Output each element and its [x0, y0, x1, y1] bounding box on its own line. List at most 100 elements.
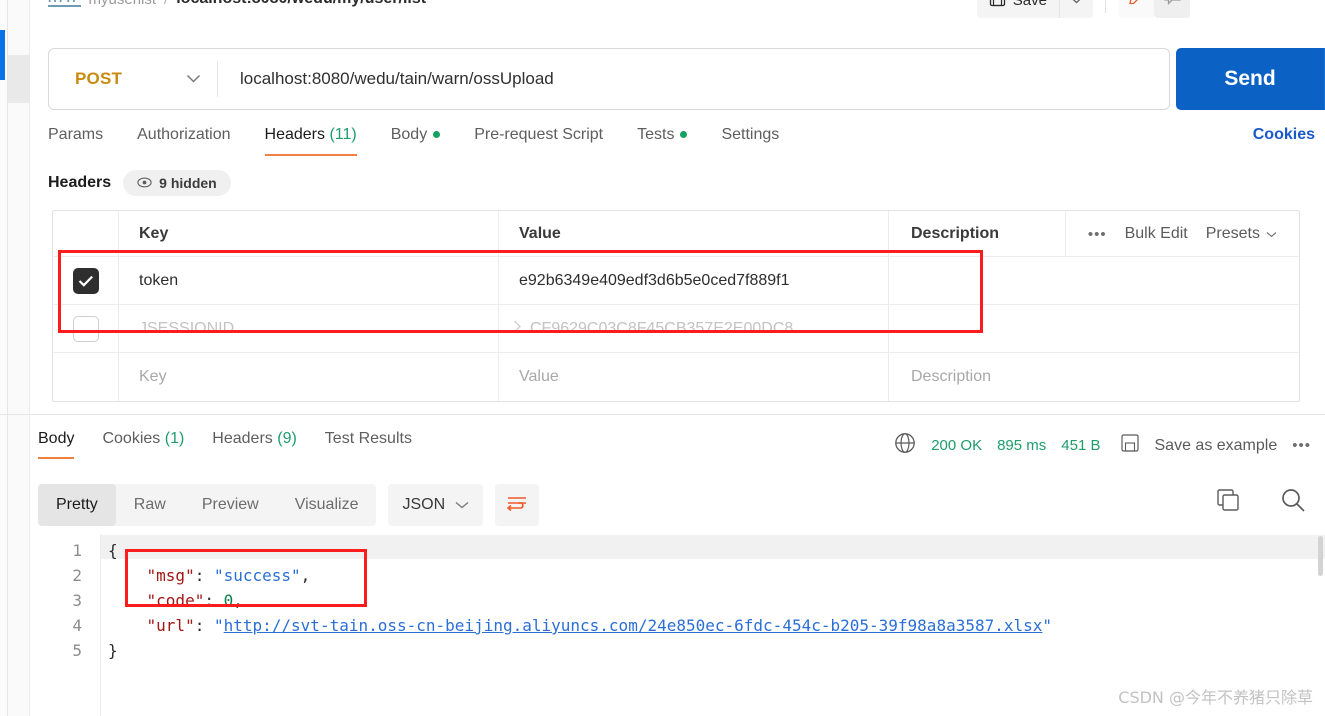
json-token: "	[213, 616, 224, 635]
vertical-scrollbar[interactable]	[1318, 536, 1323, 576]
column-header-key: Key	[139, 224, 169, 242]
row-checkbox-cell	[53, 353, 119, 401]
json-token: }	[108, 641, 118, 660]
header-key[interactable]: JSESSIONID	[139, 320, 234, 338]
floppy-disk-icon	[1120, 433, 1140, 458]
json-token: :	[194, 616, 214, 635]
tab-authorization[interactable]: Authorization	[137, 126, 230, 156]
method-selector[interactable]: POST	[49, 49, 217, 109]
viewer-mode-visualize[interactable]: Visualize	[277, 484, 377, 526]
response-tab-headers-label: Headers	[212, 430, 273, 447]
cookies-link[interactable]: Cookies	[1253, 126, 1315, 144]
globe-icon[interactable]	[894, 432, 916, 459]
breadcrumb: HTTP myuserlist / localhost:8080/wedu/my…	[48, 0, 426, 10]
save-button[interactable]: Save	[976, 0, 1059, 18]
hidden-headers-label: 9 hidden	[159, 175, 217, 191]
copy-icon[interactable]	[1215, 487, 1241, 518]
line-number: 4	[72, 616, 82, 635]
method-label: POST	[75, 69, 123, 88]
chevron-down-icon	[455, 496, 469, 514]
new-value-placeholder[interactable]: Value	[519, 368, 559, 386]
new-key-placeholder[interactable]: Key	[139, 368, 167, 386]
row-checkbox-cell	[53, 305, 119, 352]
headers-table: Key Value Description ••• Bulk Edit Pres…	[52, 210, 1300, 402]
json-token: :	[194, 566, 214, 585]
tab-body[interactable]: Body	[391, 126, 441, 156]
json-line: {	[108, 538, 118, 563]
header-cell-checkbox	[53, 211, 119, 256]
ellipsis-icon[interactable]: •••	[1292, 437, 1311, 454]
line-number: 2	[72, 566, 82, 585]
table-row[interactable]: JSESSIONID CF9629C03C8F45CB357E2E00DC8..…	[53, 305, 1299, 353]
response-tab-body[interactable]: Body	[38, 430, 75, 459]
headers-table-header-row: Key Value Description ••• Bulk Edit Pres…	[53, 211, 1299, 257]
ellipsis-icon[interactable]: •••	[1088, 226, 1107, 243]
edit-request-button[interactable]	[1118, 0, 1154, 18]
headers-title: Headers	[48, 174, 112, 191]
save-dropdown-button[interactable]	[1059, 0, 1093, 18]
json-token: "url"	[146, 616, 195, 635]
tab-pre-request-script[interactable]: Pre-request Script	[474, 126, 603, 156]
breadcrumb-collection[interactable]: myuserlist	[89, 0, 157, 8]
viewer-mode-pretty[interactable]: Pretty	[38, 484, 116, 526]
response-tab-cookies[interactable]: Cookies (1)	[102, 430, 184, 459]
column-header-value: Value	[519, 224, 561, 242]
response-format-selector[interactable]: JSON	[388, 484, 484, 526]
comments-button[interactable]	[1154, 0, 1190, 18]
viewer-mode-preview[interactable]: Preview	[184, 484, 277, 526]
line-number: 5	[72, 641, 82, 660]
tab-tests-label: Tests	[637, 126, 675, 143]
json-token: ,	[233, 591, 243, 610]
body-modified-dot-icon	[433, 131, 441, 139]
floppy-disk-icon	[989, 0, 1006, 11]
request-tabs: Params Authorization Headers (11) Body P…	[48, 126, 1325, 166]
header-value[interactable]: CF9629C03C8F45CB357E2E00DC8...	[530, 320, 807, 338]
hidden-headers-toggle[interactable]: 9 hidden	[123, 170, 231, 196]
json-line: "msg": "success",	[108, 563, 311, 588]
row-checkbox-cell	[53, 257, 119, 304]
presets-button[interactable]: Presets	[1206, 225, 1277, 243]
table-row[interactable]: token e92b6349e409edf3d6b5e0ced7f889f1	[53, 257, 1299, 305]
response-tab-headers[interactable]: Headers (9)	[212, 430, 297, 459]
presets-label: Presets	[1205, 225, 1260, 242]
json-line: "code": 0,	[108, 588, 243, 613]
bulk-edit-button[interactable]: Bulk Edit	[1125, 225, 1188, 243]
header-value[interactable]: e92b6349e409edf3d6b5e0ced7f889f1	[519, 272, 790, 290]
breadcrumb-request-name[interactable]: localhost:8080/wedu/my/user/list	[176, 0, 426, 8]
row-checkbox-unchecked[interactable]	[72, 315, 99, 342]
table-row-new[interactable]: Key Value Description	[53, 353, 1299, 401]
search-icon[interactable]	[1279, 486, 1307, 519]
send-button[interactable]: Send	[1176, 48, 1324, 110]
response-tab-body-label: Body	[38, 430, 75, 447]
response-viewer-toolbar: Pretty Raw Preview Visualize JSON	[38, 484, 540, 526]
line-number: 1	[72, 541, 82, 560]
url-input-container: POST localhost:8080/wedu/tain/warn/ossUp…	[48, 48, 1170, 110]
response-format-label: JSON	[402, 496, 446, 513]
response-divider	[0, 414, 1325, 415]
table-actions: ••• Bulk Edit Presets	[1064, 211, 1299, 257]
save-as-example-button[interactable]: Save as example	[1155, 437, 1278, 455]
row-checkbox-checked[interactable]	[72, 267, 99, 294]
json-token: {	[108, 541, 118, 560]
response-viewer-actions	[1215, 486, 1307, 519]
sidebar-strip[interactable]	[8, 0, 30, 716]
header-key[interactable]: token	[139, 272, 178, 290]
response-tab-headers-count: (9)	[277, 430, 297, 447]
breadcrumb-separator: /	[164, 0, 168, 8]
tab-settings[interactable]: Settings	[721, 126, 779, 156]
json-url-link[interactable]: http://svt-tain.oss-cn-beijing.aliyuncs.…	[224, 616, 1043, 635]
tab-headers[interactable]: Headers (11)	[264, 126, 357, 156]
tab-tests[interactable]: Tests	[637, 126, 688, 156]
json-token: ,	[300, 566, 311, 585]
toolbar-divider	[1105, 0, 1106, 13]
viewer-mode-raw[interactable]: Raw	[116, 484, 184, 526]
chevron-down-icon	[1070, 0, 1083, 9]
eye-icon	[137, 175, 152, 191]
url-input[interactable]: localhost:8080/wedu/tain/warn/ossUpload	[218, 69, 1169, 89]
new-description-placeholder[interactable]: Description	[911, 368, 991, 386]
response-tab-test-results[interactable]: Test Results	[325, 430, 412, 459]
tab-params[interactable]: Params	[48, 126, 103, 156]
word-wrap-button[interactable]	[495, 484, 540, 526]
sidebar-strip-selected[interactable]	[8, 55, 30, 103]
